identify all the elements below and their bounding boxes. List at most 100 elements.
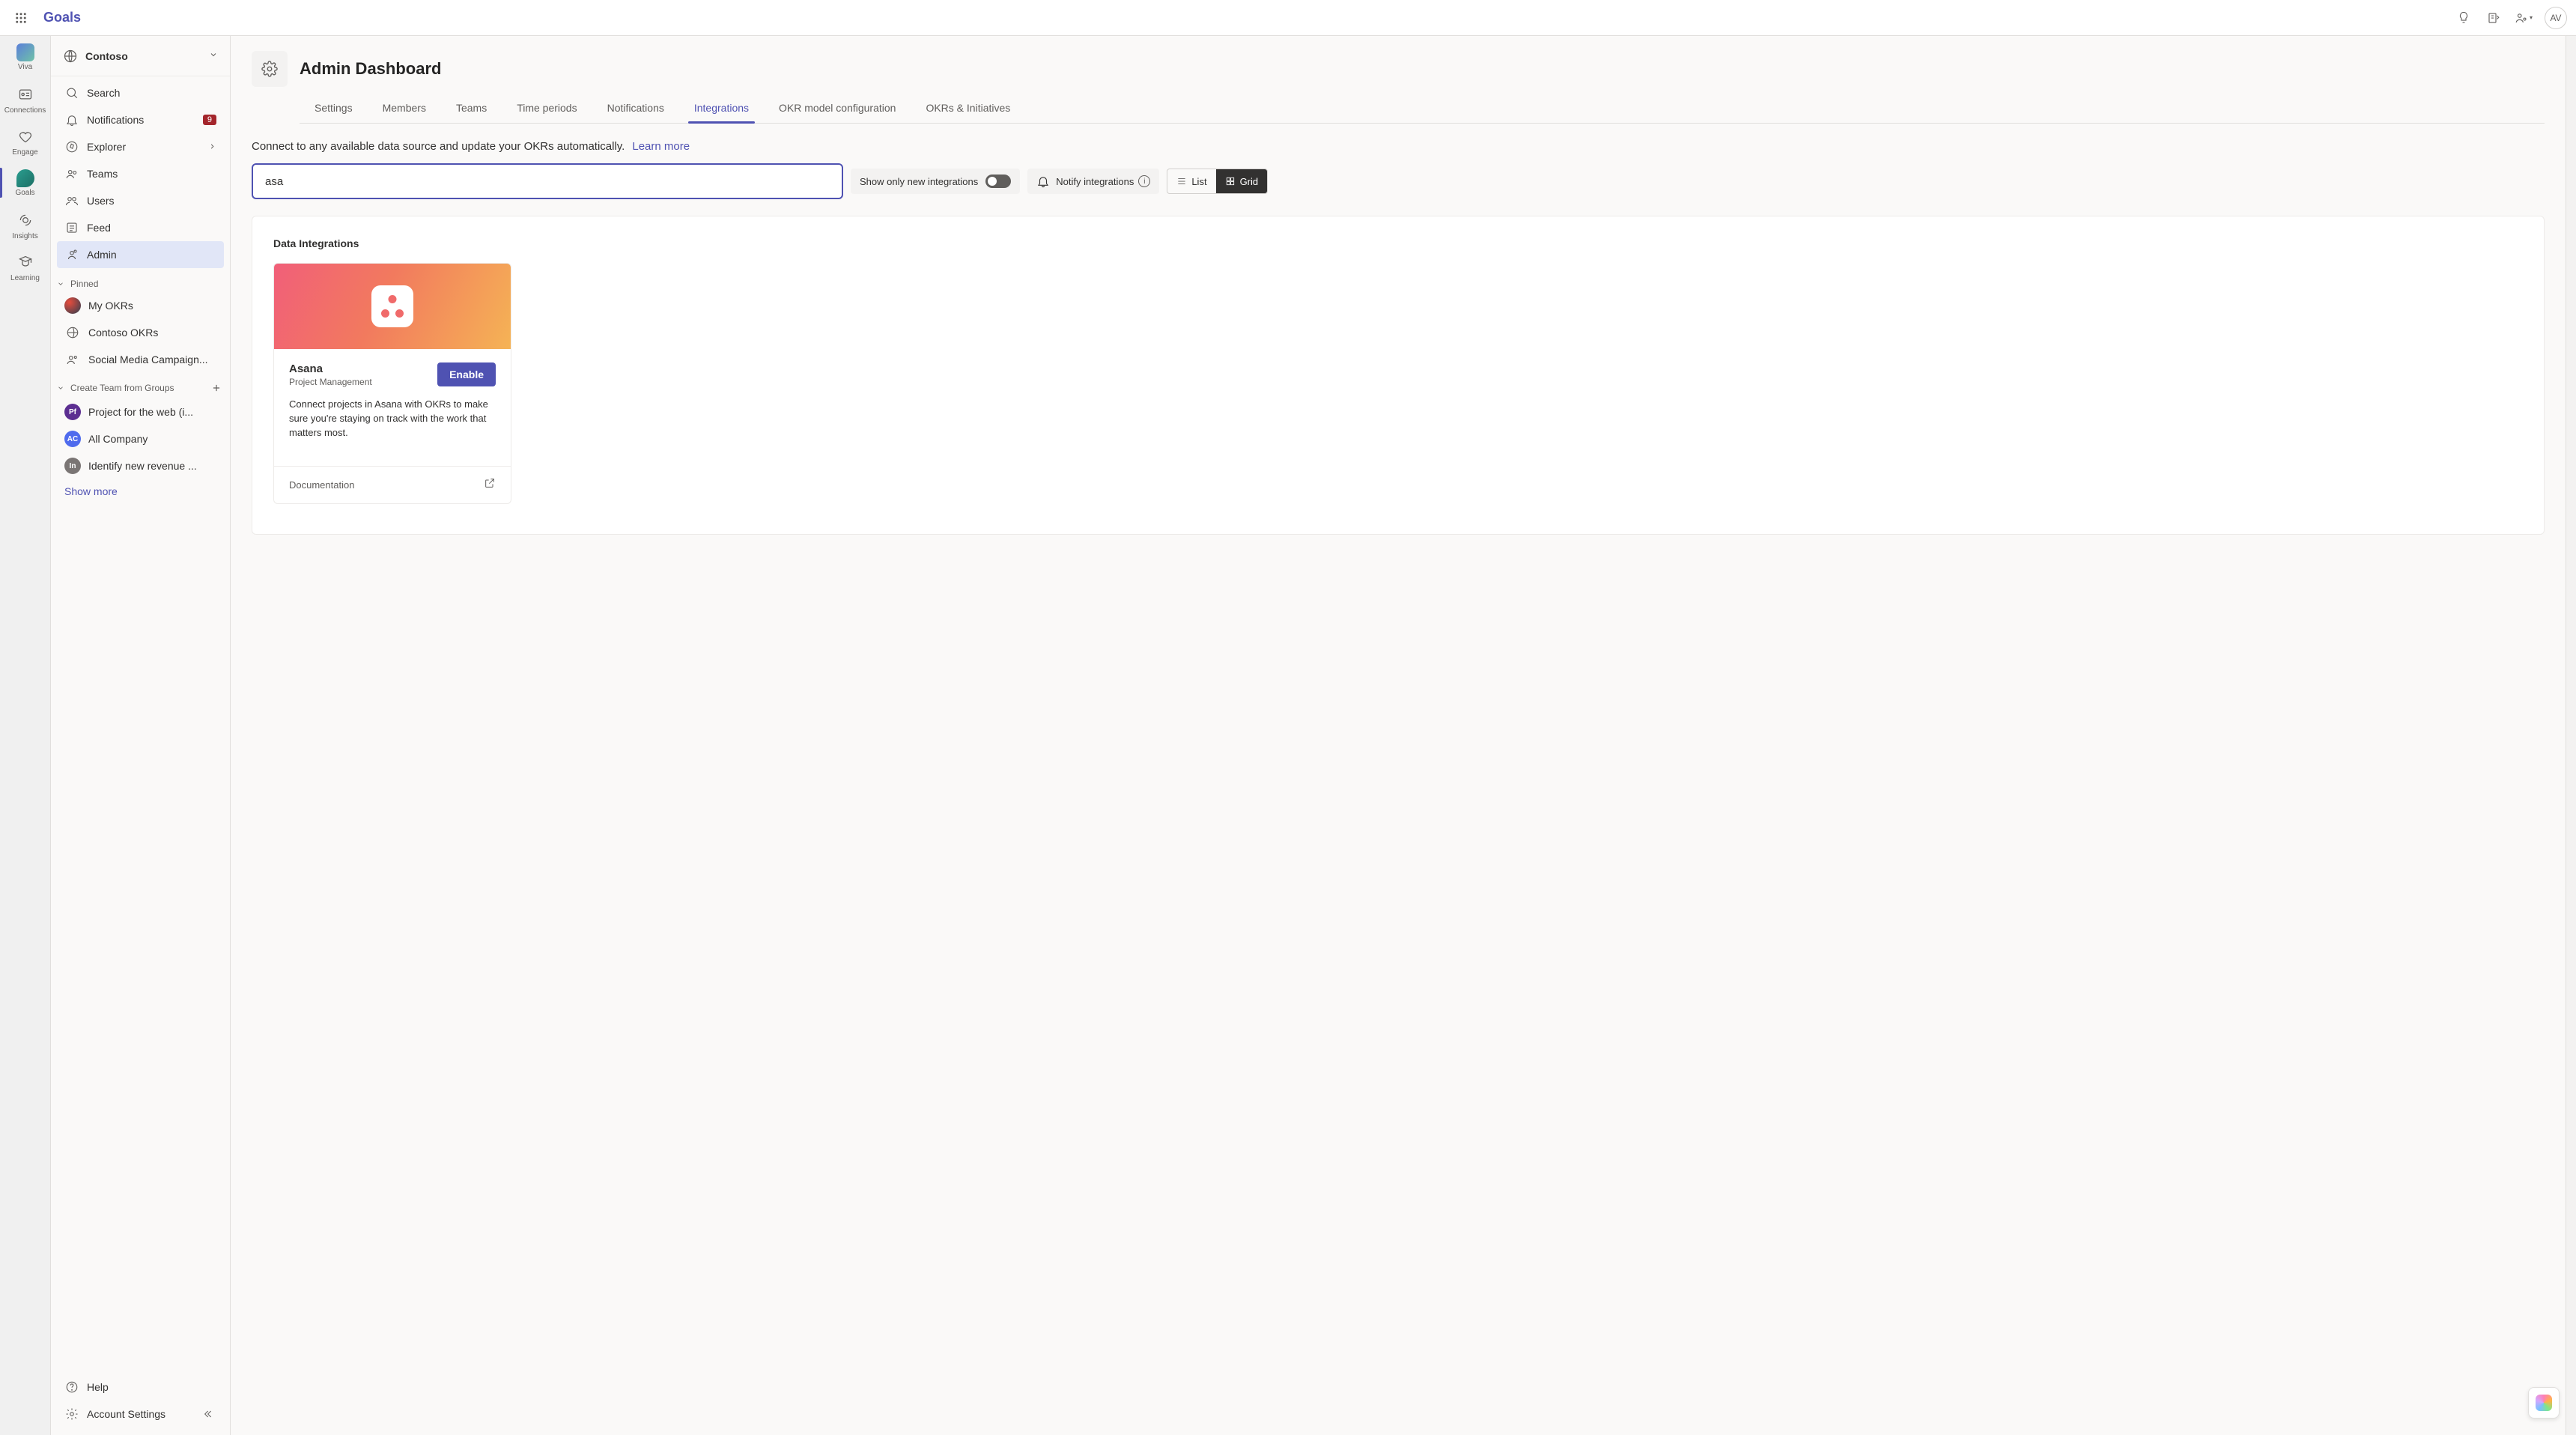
group-identify-revenue[interactable]: In Identify new revenue ... xyxy=(57,452,224,479)
nav-search[interactable]: Search xyxy=(57,79,224,106)
tab-teams[interactable]: Teams xyxy=(441,94,502,123)
rail-insights[interactable]: Insights xyxy=(0,204,51,246)
integration-category: Project Management xyxy=(289,377,372,387)
chevron-down-icon xyxy=(209,49,218,63)
rail-label: Connections xyxy=(4,106,46,115)
group-all-company[interactable]: AC All Company xyxy=(57,425,224,452)
add-group-button[interactable] xyxy=(209,380,224,395)
tab-notifications[interactable]: Notifications xyxy=(592,94,679,123)
people-settings-icon[interactable]: ▾ xyxy=(2510,4,2537,31)
toggle-switch[interactable] xyxy=(985,175,1011,188)
show-new-toggle: Show only new integrations xyxy=(851,169,1020,194)
nav-teams[interactable]: Teams xyxy=(57,160,224,187)
copilot-button[interactable] xyxy=(2528,1387,2560,1419)
section-label: Create Team from Groups xyxy=(70,383,174,393)
show-more-link[interactable]: Show more xyxy=(51,479,230,503)
rail-goals[interactable]: Goals xyxy=(0,162,51,204)
group-avatar: Pf xyxy=(64,404,81,420)
integration-name: Asana xyxy=(289,362,372,375)
nav-admin[interactable]: Admin xyxy=(57,241,224,268)
insights-icon xyxy=(15,210,36,231)
notify-integrations[interactable]: Notify integrations i xyxy=(1027,169,1159,194)
page-title: Admin Dashboard xyxy=(300,59,441,79)
app-rail: Viva Connections Engage Goals Insights L… xyxy=(0,0,51,1435)
rail-label: Viva xyxy=(18,63,32,71)
external-link-icon[interactable] xyxy=(484,477,496,493)
nav-feed[interactable]: Feed xyxy=(57,214,224,241)
group-project-web[interactable]: Pf Project for the web (i... xyxy=(57,398,224,425)
integrations-search[interactable] xyxy=(252,163,843,199)
rail-label: Learning xyxy=(10,274,40,282)
view-grid-button[interactable]: Grid xyxy=(1216,169,1268,193)
rail-label: Engage xyxy=(12,148,37,157)
nav-label: Account Settings xyxy=(87,1408,165,1420)
nav-label: Admin xyxy=(87,249,117,261)
chevron-down-icon xyxy=(57,279,67,289)
main-content: Admin Dashboard Settings Members Teams T… xyxy=(231,0,2566,1435)
view-label: List xyxy=(1191,176,1206,187)
pinned-header[interactable]: Pinned xyxy=(51,271,230,292)
rail-connections[interactable]: Connections xyxy=(0,78,51,120)
admin-icon xyxy=(64,247,79,262)
enable-button[interactable]: Enable xyxy=(437,362,496,386)
collapse-sidebar-button[interactable] xyxy=(198,1405,216,1423)
nav-label: Teams xyxy=(87,168,118,180)
search-input[interactable] xyxy=(265,175,830,188)
group-avatar: In xyxy=(64,458,81,474)
toggle-label: Show only new integrations xyxy=(860,176,978,187)
view-list-button[interactable]: List xyxy=(1167,169,1215,193)
pinned-contoso-okrs[interactable]: Contoso OKRs xyxy=(57,319,224,346)
immersive-reader-icon[interactable] xyxy=(2480,4,2507,31)
rail-learning[interactable]: Learning xyxy=(0,246,51,288)
pinned-my-okrs[interactable]: My OKRs xyxy=(57,292,224,319)
tab-time-periods[interactable]: Time periods xyxy=(502,94,592,123)
people-icon xyxy=(64,351,81,368)
globe-icon xyxy=(63,49,78,64)
nav-label: Search xyxy=(87,87,120,99)
users-icon xyxy=(64,193,79,208)
nav-account-settings[interactable]: Account Settings xyxy=(57,1401,224,1428)
rail-viva[interactable]: Viva xyxy=(0,36,51,78)
nav-explorer[interactable]: Explorer xyxy=(57,133,224,160)
app-launcher-icon[interactable] xyxy=(9,6,33,30)
search-icon xyxy=(64,85,79,100)
tab-members[interactable]: Members xyxy=(368,94,441,123)
asana-logo xyxy=(371,285,413,327)
tab-integrations[interactable]: Integrations xyxy=(679,94,764,123)
pinned-social[interactable]: Social Media Campaign... xyxy=(57,346,224,373)
nav-help[interactable]: Help xyxy=(57,1374,224,1401)
org-selector[interactable]: Contoso xyxy=(51,36,230,76)
groups-header[interactable]: Create Team from Groups xyxy=(51,373,230,398)
pin-label: My OKRs xyxy=(88,300,133,312)
nav-notifications[interactable]: Notifications 9 xyxy=(57,106,224,133)
nav-label: Feed xyxy=(87,222,111,234)
integration-card-asana: Asana Project Management Enable Connect … xyxy=(273,263,511,504)
nav-users[interactable]: Users xyxy=(57,187,224,214)
documentation-link[interactable]: Documentation xyxy=(289,479,354,491)
tab-settings[interactable]: Settings xyxy=(300,94,368,123)
teams-icon xyxy=(64,166,79,181)
view-label: Grid xyxy=(1240,176,1259,187)
notify-label: Notify integrations xyxy=(1056,176,1134,187)
info-icon[interactable]: i xyxy=(1138,175,1150,187)
feed-icon xyxy=(64,220,79,235)
group-label: Identify new revenue ... xyxy=(88,460,197,472)
tips-icon[interactable] xyxy=(2450,4,2477,31)
notification-badge: 9 xyxy=(203,115,216,125)
scrollbar[interactable] xyxy=(2566,0,2576,1435)
compass-icon xyxy=(64,139,79,154)
tab-okr-model[interactable]: OKR model configuration xyxy=(764,94,911,123)
tabs: Settings Members Teams Time periods Noti… xyxy=(300,94,2545,124)
copilot-icon xyxy=(2536,1395,2552,1411)
learn-more-link[interactable]: Learn more xyxy=(632,140,690,153)
learning-icon xyxy=(15,252,36,273)
group-avatar: AC xyxy=(64,431,81,447)
engage-icon xyxy=(15,126,36,147)
nav-label: Explorer xyxy=(87,141,126,153)
user-avatar[interactable]: AV xyxy=(2545,7,2567,29)
tab-okrs-initiatives[interactable]: OKRs & Initiatives xyxy=(911,94,1025,123)
rail-engage[interactable]: Engage xyxy=(0,120,51,162)
connections-icon xyxy=(15,84,36,105)
app-title[interactable]: Goals xyxy=(43,10,81,25)
section-title: Data Integrations xyxy=(273,237,2523,249)
